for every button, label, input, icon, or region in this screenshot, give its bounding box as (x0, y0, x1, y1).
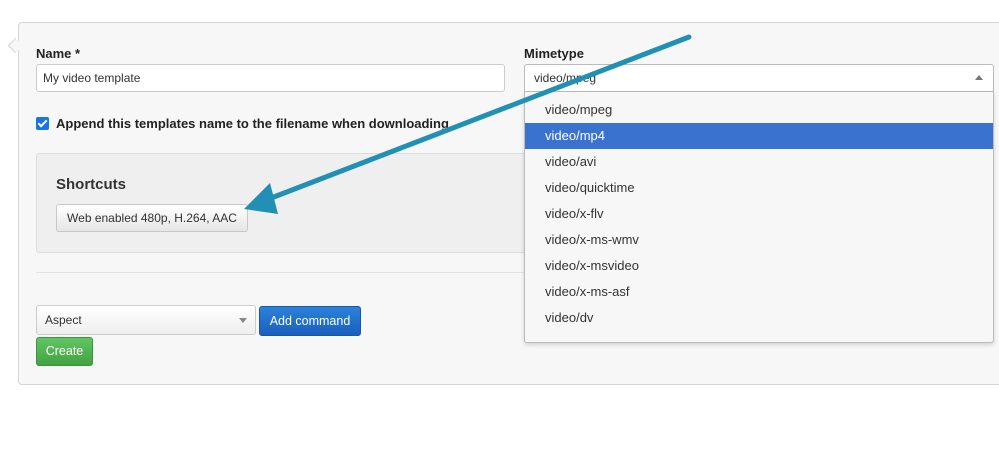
command-select-value: Aspect (45, 313, 82, 327)
caret-down-icon (239, 318, 247, 323)
dropdown-option[interactable]: video/dv (525, 305, 993, 331)
add-command-button[interactable]: Add command (259, 306, 361, 336)
command-select[interactable]: Aspect (36, 305, 256, 335)
mimetype-select-value: video/mpeg (534, 71, 597, 85)
dropdown-option[interactable]: video/mpeg (525, 97, 993, 123)
dropdown-option[interactable]: video/x-ms-asf (525, 279, 993, 305)
dropdown-option-highlighted[interactable]: video/mp4 (525, 123, 993, 149)
name-label: Name * (36, 46, 81, 61)
mimetype-dropdown-list: video/mpeg video/mp4 video/avi video/qui… (524, 92, 994, 343)
dropdown-option[interactable]: video/x-flv (525, 201, 993, 227)
dropdown-option[interactable]: video/avi (525, 149, 993, 175)
dropdown-option[interactable]: video/quicktime (525, 175, 993, 201)
append-name-checkbox[interactable] (36, 117, 49, 130)
mimetype-select[interactable]: video/mpeg (524, 64, 994, 92)
dropdown-option[interactable]: video/x-msvideo (525, 253, 993, 279)
shortcut-web-480p-button[interactable]: Web enabled 480p, H.264, AAC (56, 204, 248, 232)
shortcuts-section (36, 153, 536, 253)
mimetype-label: Mimetype (524, 46, 584, 61)
name-input[interactable]: My video template (36, 64, 505, 92)
section-divider (36, 272, 536, 273)
append-name-label[interactable]: Append this templates name to the filena… (56, 116, 449, 131)
shortcuts-title: Shortcuts (56, 176, 127, 193)
caret-up-icon (975, 75, 983, 80)
create-button[interactable]: Create (36, 337, 93, 366)
dropdown-option[interactable]: video/x-ms-wmv (525, 227, 993, 253)
